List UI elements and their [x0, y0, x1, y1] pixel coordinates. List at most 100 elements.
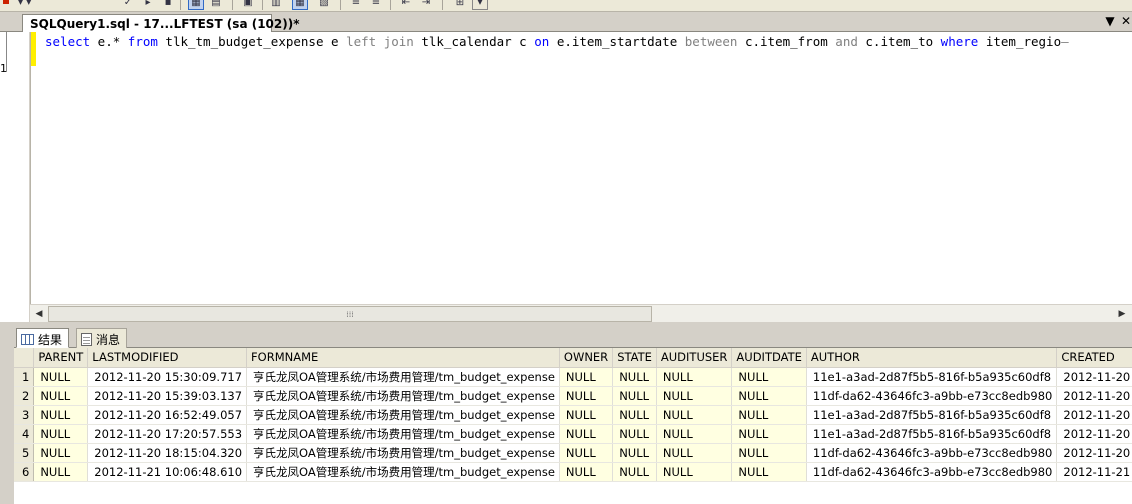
- table-row[interactable]: 3 NULL 2012-11-20 16:52:49.057 亨氏龙凤OA管理系…: [14, 405, 1132, 425]
- row-number[interactable]: 5: [14, 443, 35, 463]
- cell-author[interactable]: 11df-da62-43646fc3-a9bb-e73cc8edb980: [806, 386, 1058, 406]
- specify-values-icon[interactable]: ⊞: [452, 0, 468, 10]
- cell-author[interactable]: 11df-da62-43646fc3-a9bb-e73cc8edb980: [806, 443, 1058, 463]
- cell-audituser[interactable]: NULL: [656, 424, 733, 444]
- results-text-icon[interactable]: ▤: [208, 0, 224, 10]
- column-header-formname[interactable]: FORMNAME: [246, 348, 560, 368]
- cell-lastmodified[interactable]: 2012-11-20 16:52:49.057: [87, 405, 248, 425]
- query-text[interactable]: select e.* from tlk_tm_budget_expense e …: [45, 34, 1069, 50]
- results-grid[interactable]: PARENT LASTMODIFIED FORMNAME OWNER STATE…: [14, 348, 1132, 504]
- cell-audituser[interactable]: NULL: [656, 443, 733, 463]
- cell-formname[interactable]: 亨氏龙凤OA管理系统/市场费用管理/tm_budget_expense: [246, 367, 560, 387]
- cell-state[interactable]: NULL: [612, 443, 657, 463]
- cell-auditdate[interactable]: NULL: [731, 443, 807, 463]
- cell-owner[interactable]: NULL: [559, 386, 614, 406]
- row-number[interactable]: 6: [14, 462, 35, 482]
- close-icon[interactable]: ✕: [1119, 14, 1132, 28]
- table-row[interactable]: 1 NULL 2012-11-20 15:30:09.717 亨氏龙凤OA管理系…: [14, 367, 1132, 387]
- column-header-parent[interactable]: PARENT: [33, 348, 89, 368]
- column-header-owner[interactable]: OWNER: [559, 348, 614, 368]
- cell-author[interactable]: 11e1-a3ad-2d87f5b5-816f-b5a935c60df8: [806, 405, 1058, 425]
- tab-results[interactable]: 结果: [16, 328, 70, 348]
- tab-sqlquery1[interactable]: SQLQuery1.sql - 17...LFTEST (sa (102))*: [22, 14, 300, 33]
- cell-created[interactable]: 2012-11-20 18:14:29.2: [1056, 443, 1132, 463]
- cell-audituser[interactable]: NULL: [656, 386, 733, 406]
- cell-created[interactable]: 2012-11-20 16:51:37.8: [1056, 405, 1132, 425]
- cell-lastmodified[interactable]: 2012-11-20 15:39:03.137: [87, 386, 248, 406]
- cell-auditdate[interactable]: NULL: [731, 462, 807, 482]
- table-row[interactable]: 6 NULL 2012-11-21 10:06:48.610 亨氏龙凤OA管理系…: [14, 462, 1132, 482]
- check-icon[interactable]: ✓: [120, 0, 136, 10]
- column-header-auditdate[interactable]: AUDITDATE: [731, 348, 807, 368]
- cell-auditdate[interactable]: NULL: [731, 386, 807, 406]
- indent-icon[interactable]: ⇥: [418, 0, 434, 10]
- row-number[interactable]: 1: [14, 367, 35, 387]
- cell-audituser[interactable]: NULL: [656, 462, 733, 482]
- cell-parent[interactable]: NULL: [33, 386, 89, 406]
- cell-lastmodified[interactable]: 2012-11-20 15:30:09.717: [87, 367, 248, 387]
- cell-lastmodified[interactable]: 2012-11-20 18:15:04.320: [87, 443, 248, 463]
- cell-formname[interactable]: 亨氏龙凤OA管理系统/市场费用管理/tm_budget_expense: [246, 424, 560, 444]
- cell-owner[interactable]: NULL: [559, 443, 614, 463]
- cell-author[interactable]: 11e1-a3ad-2d87f5b5-816f-b5a935c60df8: [806, 424, 1058, 444]
- cell-audituser[interactable]: NULL: [656, 405, 733, 425]
- comment-icon[interactable]: ≡: [348, 0, 364, 10]
- column-header-author[interactable]: AUTHOR: [806, 348, 1058, 368]
- cell-state[interactable]: NULL: [612, 405, 657, 425]
- outdent-icon[interactable]: ⇤: [398, 0, 414, 10]
- table-row[interactable]: 2 NULL 2012-11-20 15:39:03.137 亨氏龙凤OA管理系…: [14, 386, 1132, 406]
- column-header-audituser[interactable]: AUDITUSER: [656, 348, 733, 368]
- query-editor[interactable]: select e.* from tlk_tm_budget_expense e …: [30, 32, 1132, 304]
- column-header-state[interactable]: STATE: [612, 348, 657, 368]
- row-number[interactable]: 2: [14, 386, 35, 406]
- editor-hscrollbar[interactable]: ◀ ⁞⁞⁞ ▶: [30, 304, 1132, 322]
- row-number[interactable]: 4: [14, 424, 35, 444]
- cell-parent[interactable]: NULL: [33, 424, 89, 444]
- column-header-created[interactable]: CREATED: [1056, 348, 1132, 368]
- column-header-lastmodified[interactable]: LASTMODIFIED: [87, 348, 248, 368]
- results-grid-icon[interactable]: ▦: [188, 0, 204, 10]
- cell-author[interactable]: 11e1-a3ad-2d87f5b5-816f-b5a935c60df8: [806, 367, 1058, 387]
- cell-state[interactable]: NULL: [612, 367, 657, 387]
- cell-audituser[interactable]: NULL: [656, 367, 733, 387]
- cell-auditdate[interactable]: NULL: [731, 367, 807, 387]
- cell-formname[interactable]: 亨氏龙凤OA管理系统/市场费用管理/tm_budget_expense: [246, 405, 560, 425]
- cell-formname[interactable]: 亨氏龙凤OA管理系统/市场费用管理/tm_budget_expense: [246, 443, 560, 463]
- cell-owner[interactable]: NULL: [559, 367, 614, 387]
- client-stats-icon[interactable]: ▦: [292, 0, 308, 10]
- cell-lastmodified[interactable]: 2012-11-20 17:20:57.553: [87, 424, 248, 444]
- cell-auditdate[interactable]: NULL: [731, 405, 807, 425]
- plan-icon[interactable]: ▣: [240, 0, 256, 10]
- cell-state[interactable]: NULL: [612, 386, 657, 406]
- cell-parent[interactable]: NULL: [33, 462, 89, 482]
- cell-created[interactable]: 2012-11-20 15:38:02.1: [1056, 386, 1132, 406]
- cell-formname[interactable]: 亨氏龙凤OA管理系统/市场费用管理/tm_budget_expense: [246, 462, 560, 482]
- cell-state[interactable]: NULL: [612, 424, 657, 444]
- tab-list-dropdown-icon[interactable]: ▼: [1103, 14, 1117, 28]
- cell-formname[interactable]: 亨氏龙凤OA管理系统/市场费用管理/tm_budget_expense: [246, 386, 560, 406]
- cell-state[interactable]: NULL: [612, 462, 657, 482]
- cell-parent[interactable]: NULL: [33, 443, 89, 463]
- cell-owner[interactable]: NULL: [559, 462, 614, 482]
- execute-icon[interactable]: [3, 0, 9, 4]
- cell-created[interactable]: 2012-11-20 15:28:54.1: [1056, 367, 1132, 387]
- tab-messages[interactable]: 消息: [76, 328, 128, 348]
- cell-owner[interactable]: NULL: [559, 424, 614, 444]
- scroll-right-icon[interactable]: ▶: [1114, 306, 1130, 322]
- cell-author[interactable]: 11df-da62-43646fc3-a9bb-e73cc8edb980: [806, 462, 1058, 482]
- column-header-rownum[interactable]: [14, 348, 35, 368]
- scroll-thumb[interactable]: ⁞⁞⁞: [48, 306, 652, 322]
- table-row[interactable]: 5 NULL 2012-11-20 18:15:04.320 亨氏龙凤OA管理系…: [14, 443, 1132, 463]
- cell-created[interactable]: 2012-11-20 17:20:16.8: [1056, 424, 1132, 444]
- options-icon[interactable]: ▧: [316, 0, 332, 10]
- uncomment-icon[interactable]: ≡: [368, 0, 384, 10]
- cell-parent[interactable]: NULL: [33, 367, 89, 387]
- row-number[interactable]: 3: [14, 405, 35, 425]
- cell-lastmodified[interactable]: 2012-11-21 10:06:48.610: [87, 462, 248, 482]
- stats-icon[interactable]: ▥: [268, 0, 284, 10]
- cell-owner[interactable]: NULL: [559, 405, 614, 425]
- table-row[interactable]: 4 NULL 2012-11-20 17:20:57.553 亨氏龙凤OA管理系…: [14, 424, 1132, 444]
- cell-created[interactable]: 2012-11-21 10:05:56.5: [1056, 462, 1132, 482]
- stop-icon[interactable]: ▪: [160, 0, 176, 10]
- debug-icon[interactable]: ▸: [140, 0, 156, 10]
